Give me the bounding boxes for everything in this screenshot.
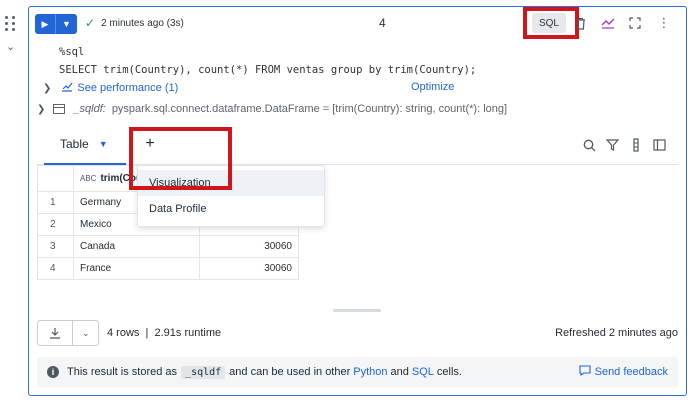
row-index: 1 [37,191,74,214]
chevron-right-icon: ❯ [43,82,52,94]
highlight-box-sql [523,7,579,39]
sqldf-notice: i This result is stored as _sqldf and ca… [37,357,678,387]
send-feedback-label: Send feedback [594,366,668,378]
horizontal-scrollbar[interactable] [333,309,381,312]
search-icon[interactable] [581,137,597,153]
notice-variable: _sqldf [181,365,226,379]
cell-gutter: ⌄ [0,0,28,402]
collapse-cell-chevron-icon[interactable]: ⌄ [6,40,15,53]
country-cell[interactable]: Canada [73,235,200,258]
rows-runtime-info: 4 rows | 2.91s runtime [107,327,222,339]
expand-icon[interactable] [627,15,643,31]
optimize-link[interactable]: Optimize [411,81,454,93]
tab-table-label: Table [60,137,89,151]
send-feedback-link[interactable]: Send feedback [579,365,668,379]
column-settings-icon[interactable] [628,137,644,153]
results-panel: Table ▼ + ABC trim(Cou 1 Germany 2 Mexic… [37,125,678,389]
execution-status: ✓ 2 minutes ago (3s) [85,16,184,30]
results-tabs: Table ▼ + [37,125,678,165]
notice-prefix: This result is stored as [67,366,178,378]
string-type-icon: ABC [80,174,97,183]
notice-middle: and can be used in other [229,366,351,378]
chevron-right-icon: ❯ [37,103,46,115]
count-cell[interactable]: 30060 [199,235,299,258]
dataframe-type: pyspark.sql.connect.dataframe.DataFrame … [111,103,508,115]
row-index: 4 [37,257,74,280]
notebook-cell: ▶ ▼ ✓ 2 minutes ago (3s) 4 SQL ⋮ %sql SEL… [28,6,687,396]
tab-table[interactable]: Table ▼ [44,125,126,165]
index-header [37,165,74,192]
run-button-group: ▶ ▼ [35,14,77,34]
play-icon: ▶ [41,18,49,29]
trash-icon[interactable] [573,15,589,31]
panel-icon[interactable] [651,137,667,153]
table-row: 4 France 30060 [37,257,299,280]
cell-header: ▶ ▼ ✓ 2 minutes ago (3s) 4 SQL ⋮ [29,7,686,39]
cell-number: 4 [379,16,386,30]
run-options-button[interactable]: ▼ [56,14,77,34]
info-icon: i [47,366,59,378]
download-icon [50,328,61,339]
check-icon: ✓ [85,16,96,30]
run-cell-button[interactable]: ▶ [35,14,56,34]
row-index: 2 [37,213,74,236]
performance-icon [61,81,73,95]
add-visualization-button[interactable]: + [142,135,158,153]
download-button[interactable] [38,321,74,345]
code-line-query: SELECT trim(Country), count(*) FROM vent… [59,64,477,76]
notice-suffix: cells. [436,366,462,378]
chevron-down-icon: ▼ [62,19,71,29]
drag-handle-icon[interactable] [5,16,17,32]
assistant-icon[interactable] [600,15,616,31]
column-header-label: trim(Cou [100,173,143,184]
menu-item-data-profile[interactable]: Data Profile [138,196,324,222]
chevron-down-icon: ⌄ [81,327,90,338]
execution-time: 2 minutes ago (3s) [101,17,184,29]
dataframe-variable: _sqldf: [73,103,106,115]
python-link[interactable]: Python [353,366,387,378]
row-index: 3 [37,235,74,258]
download-button-group: ⌄ [37,320,99,346]
table-row: 3 Canada 30060 [37,235,299,258]
menu-item-visualization[interactable]: Visualization [138,170,324,196]
count-cell[interactable]: 30060 [199,257,299,280]
download-options-button[interactable]: ⌄ [73,321,98,345]
code-editor[interactable]: %sql SELECT trim(Country), count(*) FROM … [59,43,476,79]
filter-icon[interactable] [604,137,620,153]
notice-and: and [390,366,409,378]
results-footer: ⌄ 4 rows | 2.91s runtime Refreshed 2 min… [37,320,678,348]
sql-link[interactable]: SQL [412,366,434,378]
see-performance-label: See performance (1) [77,82,179,94]
code-line-magic: %sql [59,46,85,58]
country-cell[interactable]: France [73,257,200,280]
kebab-menu-icon[interactable]: ⋮ [656,15,672,31]
feedback-icon [579,365,591,379]
table-icon [53,104,66,114]
see-performance-link[interactable]: ❯ See performance (1) [43,81,178,95]
refreshed-time: Refreshed 2 minutes ago [555,327,678,339]
dataframe-schema-row[interactable]: ❯ _sqldf: pyspark.sql.connect.dataframe.… [37,103,507,115]
chevron-down-icon: ▼ [98,139,108,149]
add-menu-dropdown: Visualization Data Profile [137,165,325,227]
